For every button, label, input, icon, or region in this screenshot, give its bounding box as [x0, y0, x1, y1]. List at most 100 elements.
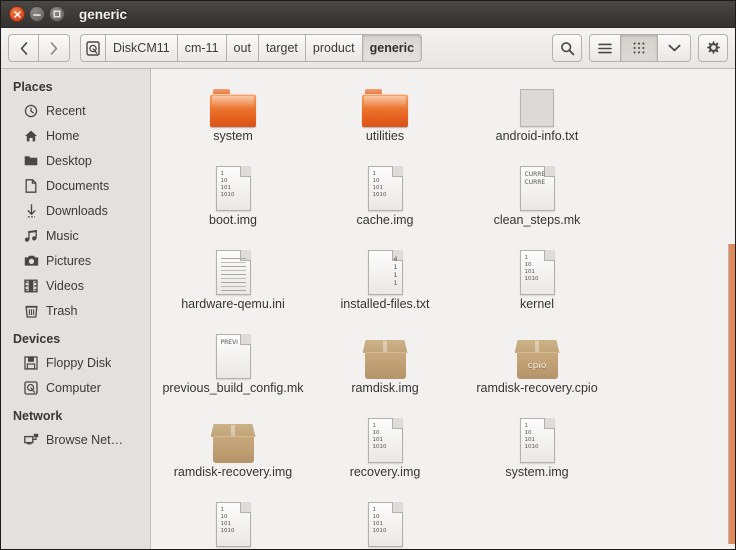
breadcrumb-item-3[interactable]: target	[258, 34, 306, 62]
package-label: cpio	[527, 361, 547, 371]
file-name: ramdisk-recovery.cpio	[476, 381, 598, 395]
file-name: kernel	[519, 297, 555, 311]
search-icon	[560, 41, 574, 55]
sidebar-item-downloads[interactable]: Downloads	[1, 198, 150, 223]
binary-document-icon: 1 10 101 1010	[367, 502, 403, 547]
film-icon	[23, 278, 39, 294]
sidebar-item-desktop[interactable]: Desktop	[1, 148, 150, 173]
file-item[interactable]: 41 11 installed-files.txt	[309, 241, 461, 325]
file-name: installed-files.txt	[340, 297, 430, 311]
maximize-icon[interactable]	[49, 6, 65, 22]
file-name: recovery.img	[349, 465, 421, 479]
file-item[interactable]: utilities	[309, 73, 461, 157]
sidebar-item-label: Music	[46, 228, 79, 243]
sidebar-item-label: Browse Net…	[46, 432, 124, 447]
file-icon-wrap: cpio	[512, 329, 562, 379]
search-button[interactable]	[552, 34, 582, 62]
folder-icon	[23, 153, 39, 169]
file-icon-wrap	[512, 77, 562, 127]
close-icon[interactable]	[9, 6, 25, 22]
binary-document-icon: 1 10 101 1010	[519, 418, 555, 463]
sidebar-item-recent[interactable]: Recent	[1, 98, 150, 123]
file-item[interactable]: 110 1011010 userdata-qemu.img	[309, 493, 461, 549]
file-item[interactable]: 1 10 101 1010 system.img	[461, 409, 613, 493]
file-item[interactable]: hardware-qemu.ini	[157, 241, 309, 325]
breadcrumb-item-1[interactable]: cm-11	[177, 34, 227, 62]
back-button[interactable]	[8, 34, 39, 62]
file-name: system	[213, 129, 253, 143]
vertical-scrollbar[interactable]	[726, 69, 735, 549]
clock-icon	[23, 103, 39, 119]
minimize-icon[interactable]	[29, 6, 45, 22]
binary-document-icon: 1 10 101 1010	[519, 250, 555, 295]
window-body: Places Recent Home Desktop Documents Dow…	[1, 69, 735, 549]
file-name: android-info.txt	[495, 129, 579, 143]
view-options-button[interactable]	[658, 34, 691, 62]
disk-drive-icon	[23, 380, 39, 396]
file-item[interactable]: 1 10 101 1010 kernel	[461, 241, 613, 325]
text-document-icon: CURRE CURRE	[519, 166, 555, 211]
file-name: cache.img	[356, 213, 414, 227]
file-item[interactable]: system	[157, 73, 309, 157]
file-item[interactable]: CURRE CURRE clean_steps.mk	[461, 157, 613, 241]
sidebar-item-music[interactable]: Music	[1, 223, 150, 248]
ini-document-icon	[215, 250, 251, 295]
file-name: ramdisk.img	[351, 381, 419, 395]
home-icon	[23, 128, 39, 144]
sidebar-item-label: Computer	[46, 380, 101, 395]
sidebar-item-label: Home	[46, 128, 80, 143]
file-item[interactable]: ramdisk.img	[309, 325, 461, 409]
file-item[interactable]: cpio ramdisk-recovery.cpio	[461, 325, 613, 409]
file-icon-wrap	[360, 329, 410, 379]
sidebar-item-home[interactable]: Home	[1, 123, 150, 148]
binary-document-icon: 1 10 101 1010	[367, 418, 403, 463]
sidebar-item-videos[interactable]: Videos	[1, 273, 150, 298]
settings-button[interactable]	[698, 34, 728, 62]
folder-icon	[210, 89, 256, 127]
sidebar-item-label: Recent	[46, 103, 86, 118]
breadcrumb-item-2[interactable]: out	[226, 34, 259, 62]
sidebar-item-floppy-disk[interactable]: Floppy Disk	[1, 350, 150, 375]
text-document-icon: 41 11	[367, 250, 403, 295]
file-name: system.img	[505, 465, 569, 479]
file-icon-wrap: 1 10 101 1010	[360, 413, 410, 463]
file-item[interactable]: 1 10 101 1010 cache.img	[309, 157, 461, 241]
sidebar-item-pictures[interactable]: Pictures	[1, 248, 150, 273]
scrollbar-thumb[interactable]	[728, 244, 735, 544]
file-name: utilities	[365, 129, 405, 143]
music-note-icon	[23, 228, 39, 244]
file-item[interactable]: PREVI previous_build_config.mk	[157, 325, 309, 409]
file-manager-window: generic DiskCM11 cm-11 out target produc…	[0, 0, 736, 550]
window-title: generic	[79, 6, 128, 22]
breadcrumb-root-disk[interactable]	[80, 34, 106, 62]
file-item[interactable]: 1 10 101 1010 recovery.img	[309, 409, 461, 493]
cpio-package-icon: cpio	[514, 340, 560, 379]
floppy-disk-icon	[23, 355, 39, 371]
breadcrumb-item-5[interactable]: generic	[362, 34, 423, 62]
sidebar-item-computer[interactable]: Computer	[1, 375, 150, 400]
file-item[interactable]: 110 1011010 userdata.img	[157, 493, 309, 549]
grid-view-button[interactable]	[621, 34, 658, 62]
binary-document-icon: 1 10 101 1010	[367, 166, 403, 211]
sidebar-item-documents[interactable]: Documents	[1, 173, 150, 198]
file-icon-wrap: PREVI	[208, 329, 258, 379]
file-item[interactable]: 1 10 101 1010 boot.img	[157, 157, 309, 241]
file-icon-wrap	[360, 77, 410, 127]
makefile-document-icon: PREVI	[215, 334, 251, 379]
file-icon-wrap: 1 10 101 1010	[208, 497, 258, 547]
file-item[interactable]: ramdisk-recovery.img	[157, 409, 309, 493]
file-icon-view[interactable]: system utilities android-info.txt 1 10 1…	[151, 69, 735, 549]
toolbar: DiskCM11 cm-11 out target product generi…	[1, 28, 735, 69]
forward-button[interactable]	[39, 34, 70, 62]
file-icon-wrap: 1 10 101 1010	[512, 413, 562, 463]
file-item[interactable]: android-info.txt	[461, 73, 613, 157]
file-grid: system utilities android-info.txt 1 10 1…	[151, 69, 735, 549]
breadcrumb-item-4[interactable]: product	[305, 34, 363, 62]
list-view-button[interactable]	[589, 34, 621, 62]
sidebar-heading-places: Places	[13, 80, 53, 94]
package-icon	[362, 340, 408, 379]
breadcrumb-item-0[interactable]: DiskCM11	[106, 34, 178, 62]
sidebar-item-trash[interactable]: Trash	[1, 298, 150, 323]
sidebar-item-browse-network[interactable]: Browse Net…	[1, 427, 150, 452]
file-name: boot.img	[209, 213, 257, 227]
